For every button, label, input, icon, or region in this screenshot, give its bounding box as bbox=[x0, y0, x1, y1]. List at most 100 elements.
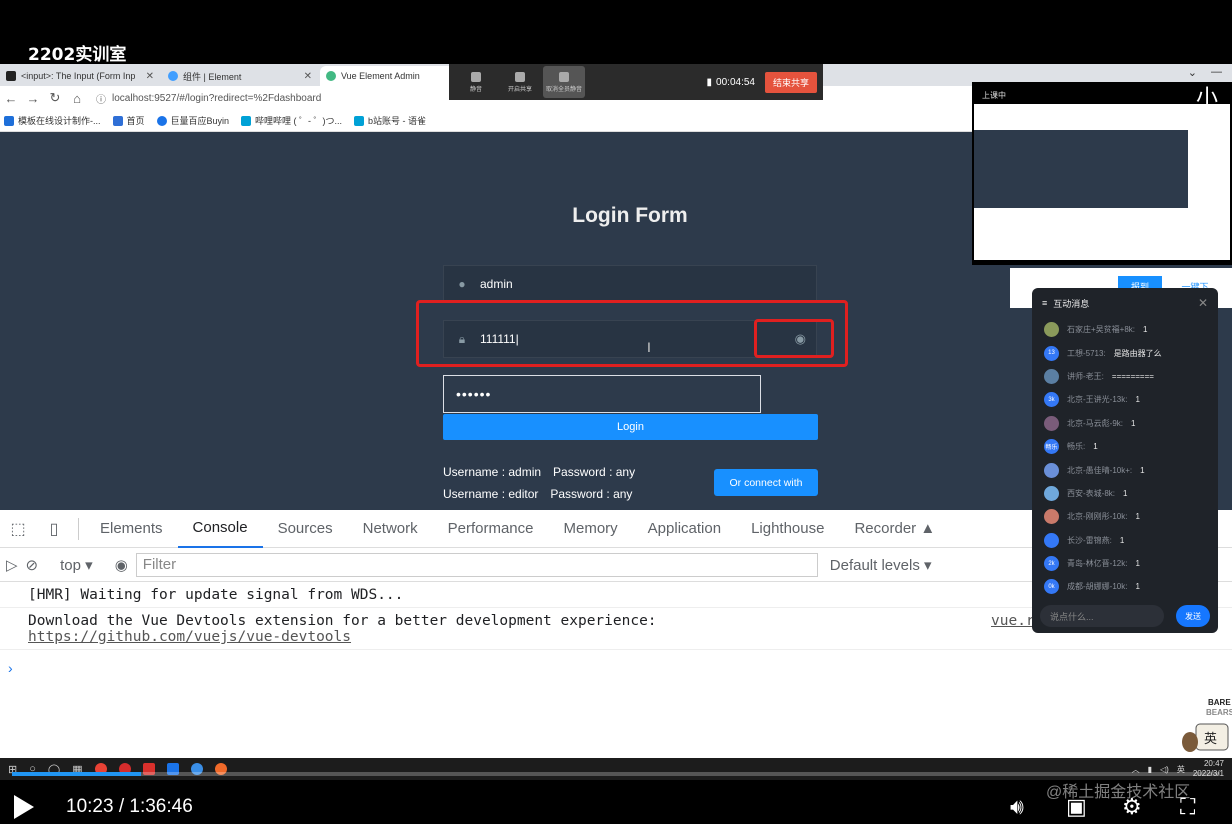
device-toggle-icon[interactable]: ▯ bbox=[36, 519, 72, 539]
chat-message: 13 工想-5713: 是路由器了么 bbox=[1032, 341, 1218, 364]
tab-performance[interactable]: Performance bbox=[433, 510, 549, 548]
chat-text: 1 bbox=[1119, 535, 1125, 545]
chat-text: 1 bbox=[1143, 325, 1148, 335]
chat-text: 1 bbox=[1140, 465, 1145, 475]
avatar bbox=[1044, 368, 1059, 384]
sidebar-toggle-icon[interactable]: ▷ bbox=[6, 556, 18, 574]
chat-input[interactable]: 说点什么... bbox=[1040, 605, 1164, 627]
menu-icon[interactable]: ≡ bbox=[1042, 298, 1047, 308]
signal-icon: ▮ bbox=[706, 76, 713, 88]
console-prompt-icon[interactable]: › bbox=[8, 660, 13, 676]
chat-send-button[interactable]: 发送 bbox=[1176, 605, 1210, 627]
chat-author: 讲师-老王: bbox=[1067, 371, 1104, 381]
bookmark[interactable]: 巨量百应Buyin bbox=[156, 114, 229, 127]
connect-button[interactable]: Or connect with bbox=[714, 469, 818, 496]
chat-message: 0k 成都-胡娜娜-10k: 1 bbox=[1032, 575, 1218, 598]
chat-message: 北京-刚刚彤-10k: 1 bbox=[1032, 505, 1218, 528]
video-frame: 2202实训室 <input>: The Input (Form Inp ✕ 组… bbox=[0, 0, 1232, 824]
close-icon[interactable]: ✕ bbox=[1198, 296, 1208, 310]
chat-message: 畅乐 畅乐: 1 bbox=[1032, 435, 1218, 458]
chat-author: 畅乐: bbox=[1067, 442, 1086, 452]
svg-text:BEARS: BEARS bbox=[1206, 708, 1232, 717]
login-button[interactable]: Login bbox=[443, 414, 818, 440]
clock[interactable]: 20:47 2022/3/1 bbox=[1193, 759, 1224, 779]
vue-favicon-icon bbox=[326, 71, 336, 81]
back-icon[interactable]: ← bbox=[0, 91, 22, 106]
forward-icon[interactable]: → bbox=[22, 91, 44, 106]
bookmark[interactable]: 首页 bbox=[112, 114, 145, 127]
window-controls: ⌄ — bbox=[1188, 66, 1232, 79]
progress-fill bbox=[12, 772, 142, 776]
devtools-link[interactable]: https://github.com/vuejs/vue-devtools bbox=[28, 629, 351, 645]
tab-console[interactable]: Console bbox=[177, 510, 263, 548]
chat-author: 长沙-雷锦燕: bbox=[1067, 535, 1112, 545]
avatar: 0k bbox=[1044, 579, 1059, 595]
avatar: 13 bbox=[1044, 345, 1059, 361]
tips-row: Username : editor Password : any bbox=[443, 487, 633, 501]
bookmark-icon bbox=[4, 115, 14, 126]
mdn-favicon-icon bbox=[6, 71, 16, 81]
reload-icon[interactable]: ↻ bbox=[44, 90, 66, 106]
play-icon[interactable] bbox=[14, 795, 34, 819]
password-input[interactable]: •••••• bbox=[443, 375, 761, 413]
tab-memory[interactable]: Memory bbox=[549, 510, 633, 548]
chat-text: 1 bbox=[1135, 559, 1140, 569]
mute-button[interactable]: 静音 bbox=[455, 66, 497, 98]
tab-label: 组件 | Element bbox=[183, 71, 242, 82]
chat-text: 1 bbox=[1131, 418, 1136, 428]
tab-application[interactable]: Application bbox=[633, 510, 736, 548]
bookmark[interactable]: 哔哩哔哩 ( ゜- ゜)つ... bbox=[241, 114, 342, 127]
chat-text: 1 bbox=[1135, 512, 1140, 522]
url-field[interactable]: ⓘ localhost:9527/#/login?redirect=%2Fdas… bbox=[96, 91, 321, 106]
settings-gear-icon[interactable]: ⚙ bbox=[1122, 794, 1142, 820]
chat-header: ≡ 互动消息 ✕ bbox=[1042, 296, 1208, 310]
source-link[interactable]: vue.r bbox=[991, 613, 1035, 629]
miniplayer-icon[interactable]: ▣ bbox=[1066, 794, 1087, 820]
bilibili-icon bbox=[354, 115, 365, 126]
browser-tab[interactable]: <input>: The Input (Form Inp ✕ bbox=[0, 66, 160, 86]
info-icon: ⓘ bbox=[96, 94, 106, 106]
tab-sources[interactable]: Sources bbox=[263, 510, 348, 548]
minimize-icon[interactable]: — bbox=[1211, 66, 1222, 79]
eye-icon[interactable]: ◉ bbox=[115, 556, 128, 574]
context-select[interactable]: top ▾ bbox=[60, 556, 93, 574]
chat-text: 1 bbox=[1135, 582, 1140, 592]
chat-message: 2k 青岛-林亿晋-12k: 1 bbox=[1032, 552, 1218, 575]
progress-bar[interactable] bbox=[12, 772, 1220, 776]
chevron-down-icon[interactable]: ⌄ bbox=[1188, 66, 1197, 79]
filter-input[interactable]: Filter bbox=[135, 552, 818, 577]
tab-lighthouse[interactable]: Lighthouse bbox=[736, 510, 839, 548]
username-field[interactable]: ● admin bbox=[443, 265, 817, 303]
bear-sticker: BARE BEARS 英 bbox=[1182, 696, 1232, 752]
stop-share-button[interactable]: 结束共享 bbox=[764, 71, 817, 93]
log-levels-select[interactable]: Default levels ▾ bbox=[830, 556, 932, 574]
people-icon bbox=[559, 71, 569, 82]
close-icon[interactable]: ✕ bbox=[146, 71, 154, 82]
tab-network[interactable]: Network bbox=[348, 510, 433, 548]
share-button[interactable]: 开启共享 bbox=[499, 66, 541, 98]
chat-author: 石家庄+吴贫福+8k: bbox=[1067, 325, 1136, 335]
avatar bbox=[1044, 462, 1059, 478]
clear-console-icon[interactable]: ⊘ bbox=[26, 556, 39, 574]
close-icon[interactable]: ✕ bbox=[304, 71, 312, 82]
tab-recorder[interactable]: Recorder ▲ bbox=[839, 510, 950, 548]
fullscreen-icon[interactable]: ⛶ bbox=[1180, 794, 1195, 820]
user-icon: ● bbox=[458, 277, 466, 291]
tab-elements[interactable]: Elements bbox=[85, 510, 178, 548]
tab-label: Vue Element Admin bbox=[341, 71, 420, 81]
bookmark[interactable]: 模板在线设计制作-... bbox=[4, 114, 101, 127]
bilibili-icon bbox=[241, 115, 252, 126]
chat-message: 讲师-老王: ========= bbox=[1032, 365, 1218, 388]
unmute-all-button[interactable]: 取消全员静音 bbox=[543, 66, 585, 98]
annotation-box bbox=[754, 319, 834, 358]
meeting-timer: ▮ 00:04:54 bbox=[706, 76, 755, 88]
inspect-icon[interactable]: ⬚ bbox=[0, 519, 36, 539]
bookmark[interactable]: b站账号 - 语雀 bbox=[354, 114, 426, 127]
chat-author: 北京-刚刚彤-10k: bbox=[1067, 512, 1128, 522]
meeting-toolbar: 静音 开启共享 取消全员静音 ▮ 00:04:54 结束共享 bbox=[449, 64, 823, 100]
browser-tab[interactable]: 组件 | Element ✕ bbox=[162, 66, 318, 86]
home-icon[interactable]: ⌂ bbox=[66, 91, 88, 106]
chat-panel: ≡ 互动消息 ✕ 石家庄+吴贫福+8k: 1 13 工想-5713: 是路由器了么 讲师-… bbox=[1032, 288, 1218, 633]
chat-author: 工想-5713: bbox=[1067, 348, 1106, 358]
volume-icon[interactable]: 🔊︎ bbox=[1010, 794, 1024, 820]
